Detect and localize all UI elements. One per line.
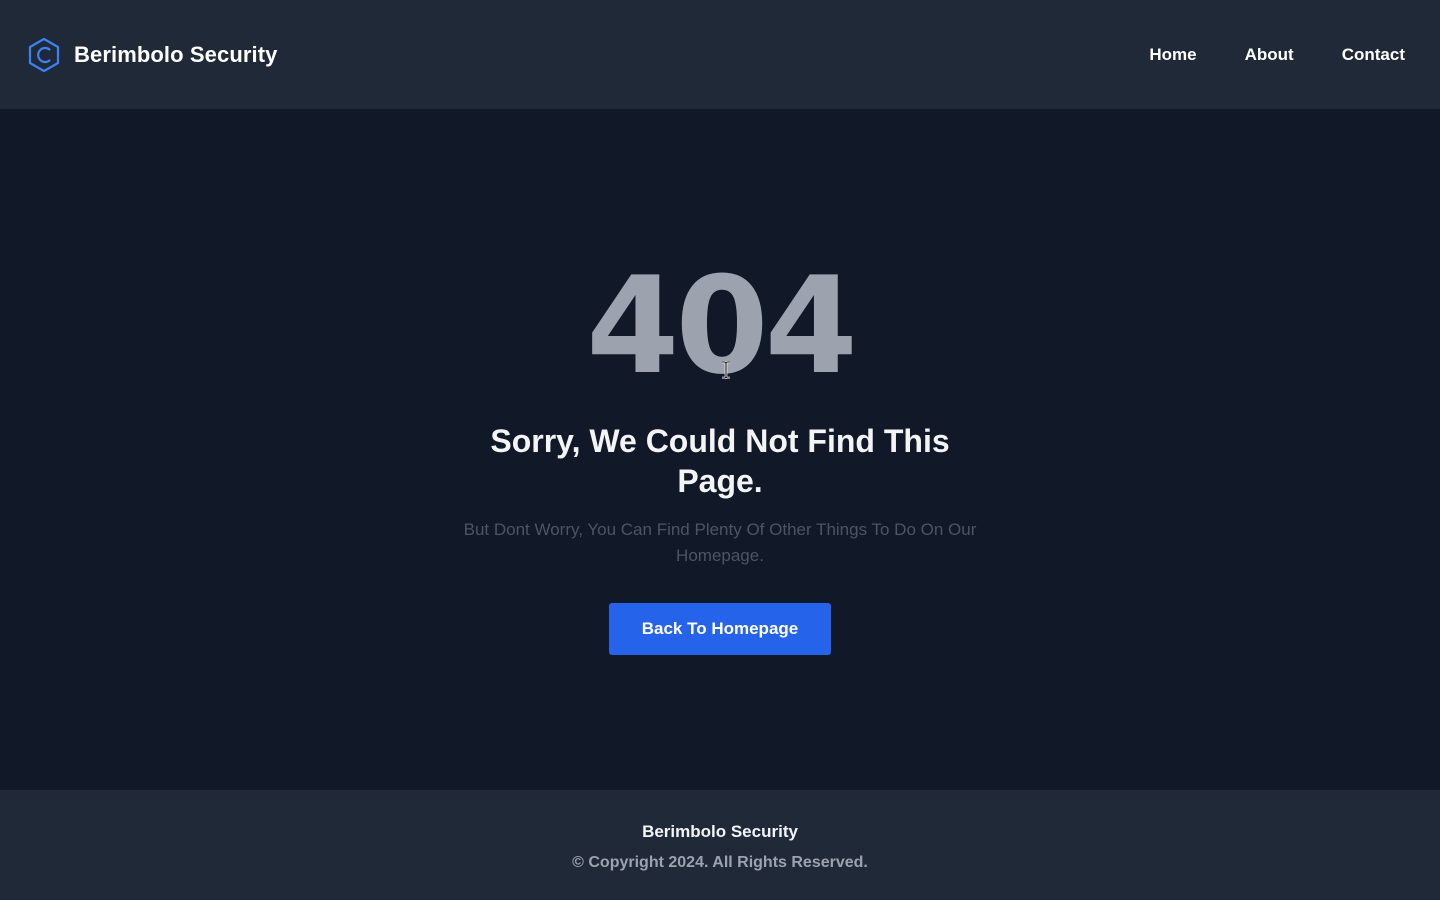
main-nav: Home About Contact xyxy=(1101,45,1405,65)
brand-name: Berimbolo Security xyxy=(74,41,278,67)
text-cursor-icon xyxy=(722,361,730,379)
nav-link-about[interactable]: About xyxy=(1245,45,1294,65)
footer-brand-name: Berimbolo Security xyxy=(642,822,798,841)
page-title: Sorry, We Could Not Find This Page. xyxy=(490,423,950,499)
brand-link[interactable]: Berimbolo Security xyxy=(27,37,278,73)
main-content: 404 Sorry, We Could Not Find This Page. … xyxy=(0,109,1440,790)
site-header: Berimbolo Security Home About Contact xyxy=(0,0,1440,109)
hexagon-c-logo-icon xyxy=(28,37,60,72)
back-to-homepage-button[interactable]: Back To Homepage xyxy=(609,603,831,655)
page-subtitle: But Dont Worry, You Can Find Plenty Of O… xyxy=(463,520,977,565)
nav-link-contact[interactable]: Contact xyxy=(1342,45,1405,65)
footer-copyright: © Copyright 2024. All Rights Reserved. xyxy=(572,854,868,871)
nav-link-home[interactable]: Home xyxy=(1149,45,1196,65)
site-footer: Berimbolo Security © Copyright 2024. All… xyxy=(0,790,1440,900)
